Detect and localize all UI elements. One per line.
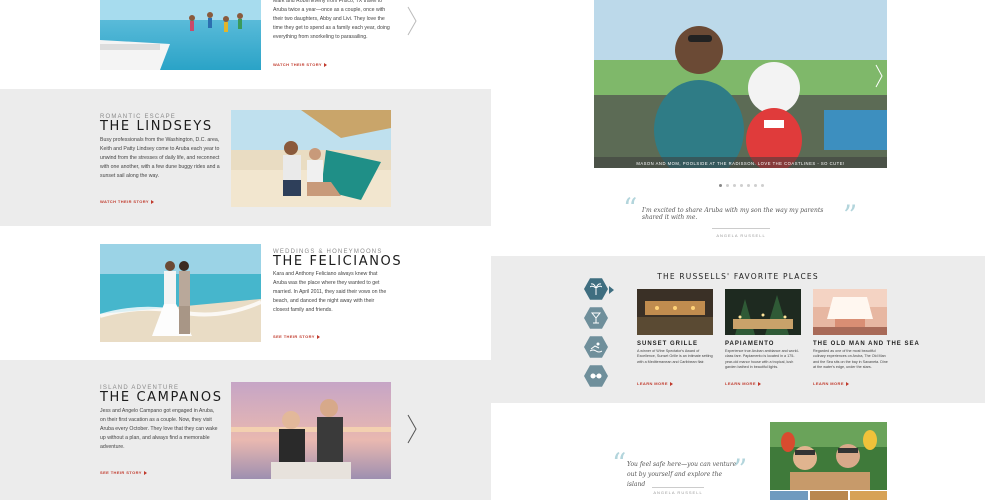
play-triangle-icon [845,381,849,386]
story-title: THE LINDSEYS [100,119,213,134]
cta-label: SEE THEIR STORY [273,334,315,339]
place-description: Regarded as one of the most beautiful cu… [813,349,888,369]
story-photo-boat-jump [100,0,261,70]
place-name: THE OLD MAN AND THE SEA [813,341,920,347]
close-quote-icon: ” [733,453,748,486]
old-man-and-the-sea-image [813,289,887,335]
story-lindseys: ROMANTIC ESCAPE THE LINDSEYS Busy profes… [0,89,491,226]
category-shopping-tab[interactable] [584,365,608,387]
papiamento-image [725,289,801,335]
slide-dot[interactable] [719,184,722,187]
story-felicianos: WEDDINGS & HONEYMOONS THE FELICIANOS Kar… [0,226,491,360]
slideshow-dots[interactable] [717,174,766,192]
place-description: A winner of Wine Spectator's Award of Ex… [637,349,713,364]
cta-label: LEARN MORE [725,381,756,386]
place-photo-sunset-grille[interactable] [637,289,713,335]
chevron-right-icon[interactable] [407,414,417,444]
favorites-section: THE RUSSELLS' FAVORITE PLACES SUNSET GRI… [491,256,985,403]
story-everlys: Mark and Robin Everly from Frisco, TX tr… [0,0,491,89]
gallery-main-photo[interactable] [770,422,887,490]
quote-text: I'm excited to share Aruba with my son t… [642,207,824,221]
quote-divider [652,487,704,488]
story-body: Mark and Robin Everly from Frisco, TX tr… [273,0,390,40]
slideshow-caption: MASON AND MOM, POOLSIDE AT THE RADISSON.… [636,161,845,166]
sunset-couple-image [231,382,391,479]
watch-story-link[interactable]: WATCH THEIR STORY [273,62,327,67]
story-campanos: ISLAND ADVENTURE THE CAMPANOS Jess and A… [0,360,491,500]
play-triangle-icon [316,334,320,339]
story-photo-wedding-kiss [100,244,261,342]
play-triangle-icon [323,62,327,67]
play-triangle-icon [757,381,761,386]
open-quote-icon: “ [623,192,638,225]
chevron-right-icon[interactable] [875,64,883,88]
category-dining-tab[interactable] [584,307,608,329]
wedding-image [100,244,261,342]
gallery-thumb[interactable] [850,491,887,500]
quote-attribution: ANGELA RUSSELL [716,233,766,238]
chevron-right-icon[interactable] [407,6,417,36]
quote-divider [712,228,770,229]
slide-dot[interactable] [761,184,764,187]
swimmer-icon [590,342,602,353]
story-body: Busy professionals from the Washington, … [100,137,220,179]
learn-more-link[interactable]: LEARN MORE [637,381,673,386]
place-photo-old-man-and-the-sea[interactable] [813,289,887,335]
couple-beach-image [231,110,391,207]
favorites-title: THE RUSSELLS' FAVORITE PLACES [657,272,819,281]
story-body: Kara and Anthony Feliciano always knew t… [273,271,387,313]
story-photo-sunset-couple [231,382,391,479]
place-photo-papiamento[interactable] [725,289,801,335]
cta-label: WATCH THEIR STORY [100,199,149,204]
slide-dot[interactable] [733,184,736,187]
slide-dot[interactable] [740,184,743,187]
cta-label: WATCH THEIR STORY [273,62,322,67]
learn-more-link[interactable]: LEARN MORE [725,381,761,386]
sunset-grille-image [637,289,713,335]
open-quote-icon: “ [612,447,627,480]
gallery-thumb[interactable] [810,491,848,500]
place-description: Experience true Aruban ambiance and worl… [725,349,799,369]
category-activities-tab[interactable] [584,336,608,358]
see-story-link[interactable]: SEE THEIR STORY [273,334,320,339]
cta-label: LEARN MORE [813,381,844,386]
slide-dot[interactable] [754,184,757,187]
story-photo-couple-beach-chair [231,110,391,207]
parrots-couple-image [770,422,887,490]
see-story-link[interactable]: SEE THEIR STORY [100,470,147,475]
play-triangle-icon [669,381,673,386]
sunglasses-icon [590,373,602,379]
slideshow-photo: MASON AND MOM, POOLSIDE AT THE RADISSON.… [594,0,887,168]
cta-label: SEE THEIR STORY [100,470,142,475]
cocktail-icon [590,312,602,324]
active-tab-pointer [609,286,614,294]
mom-and-baby-pool-image [594,0,887,168]
place-name: SUNSET GRILLE [637,341,699,347]
watch-story-link[interactable]: WATCH THEIR STORY [100,199,154,204]
play-triangle-icon [143,470,147,475]
learn-more-link[interactable]: LEARN MORE [813,381,849,386]
story-body: Jess and Angelo Campano got engaged in A… [100,408,218,450]
boat-jump-image [100,0,261,70]
cta-label: LEARN MORE [637,381,668,386]
slide-dot[interactable] [747,184,750,187]
palm-tree-icon [590,283,602,295]
play-triangle-icon [150,199,154,204]
story-title: THE CAMPANOS [100,390,223,405]
quote-text: You feel safe here—you can venture out b… [627,461,737,488]
slide-dot[interactable] [726,184,729,187]
story-title: THE FELICIANOS [273,254,403,269]
close-quote-icon: ” [843,199,858,232]
gallery-thumb[interactable] [770,491,808,500]
place-name: PAPIAMENTO [725,341,775,347]
quote-attribution: ANGELA RUSSELL [653,490,703,495]
